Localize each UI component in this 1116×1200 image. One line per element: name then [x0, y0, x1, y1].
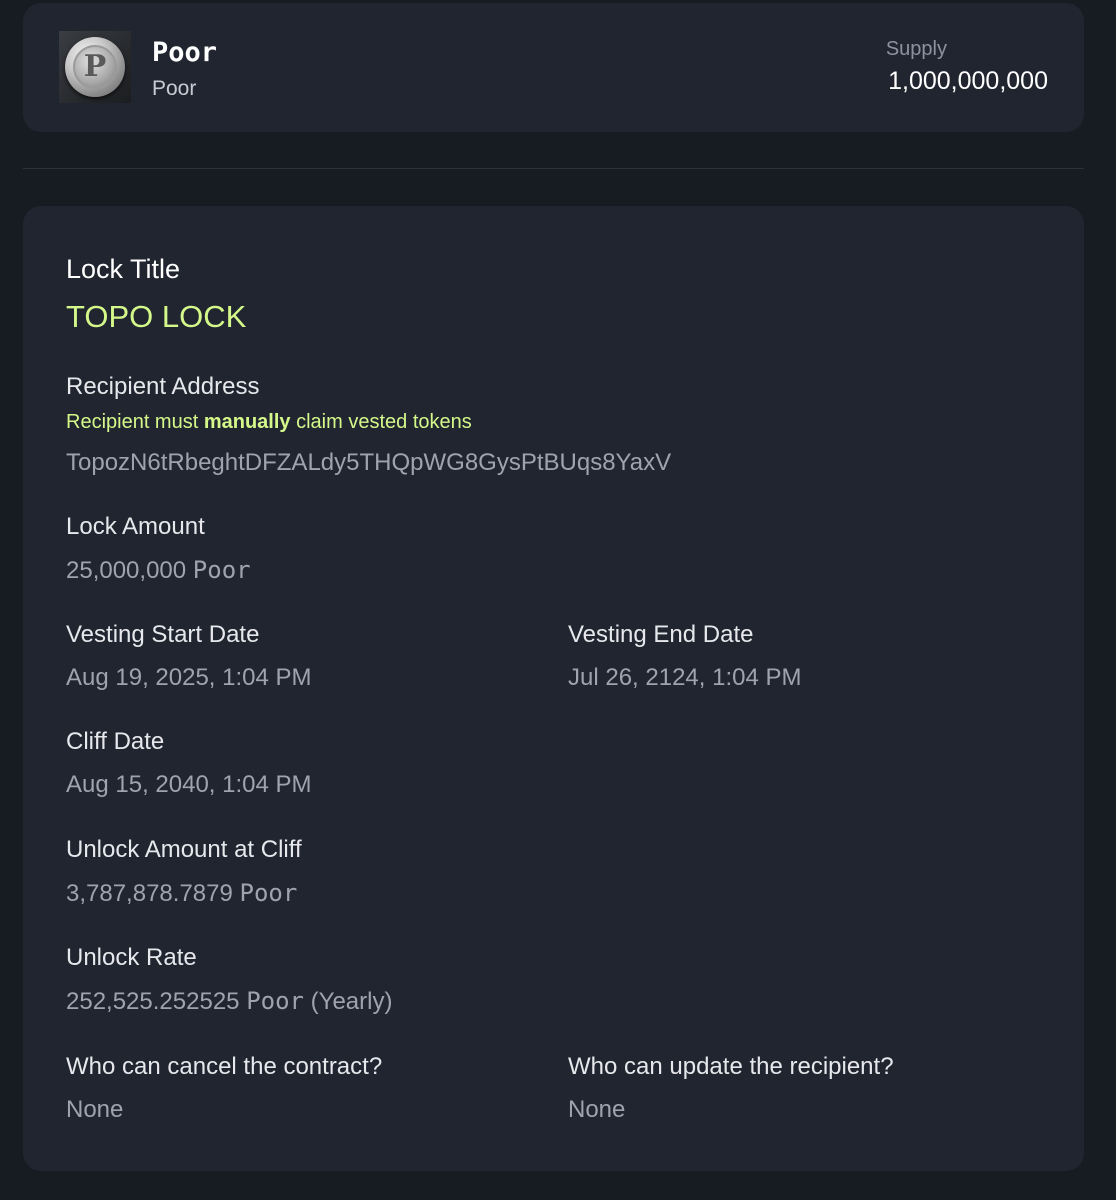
unlock-rate-value: 252,525.252525 Poor (Yearly) — [66, 987, 393, 1015]
token-logo: P — [59, 31, 131, 103]
vesting-start-label: Vesting Start Date — [66, 621, 260, 648]
cliff-amount-value: 3,787,878.7879 Poor — [66, 879, 298, 907]
coin-p-icon: P — [65, 37, 125, 97]
supply-value: 1,000,000,000 — [888, 67, 1048, 95]
recipient-claim-note: Recipient must manually claim vested tok… — [66, 411, 472, 433]
token-symbol: Poor — [152, 77, 197, 100]
recipient-address-label: Recipient Address — [66, 373, 260, 400]
divider — [23, 168, 1084, 169]
cliff-date-value: Aug 15, 2040, 1:04 PM — [66, 771, 312, 798]
update-recipient-value: None — [568, 1096, 626, 1123]
cliff-amount-label: Unlock Amount at Cliff — [66, 836, 302, 863]
update-recipient-label: Who can update the recipient? — [568, 1053, 894, 1080]
vesting-start-value: Aug 19, 2025, 1:04 PM — [66, 664, 312, 691]
cancel-permission-label: Who can cancel the contract? — [66, 1053, 383, 1080]
token-name: Poor — [152, 37, 218, 68]
supply-label: Supply — [885, 38, 947, 60]
lock-title-label: Lock Title — [66, 254, 181, 284]
lock-amount-label: Lock Amount — [66, 513, 205, 540]
token-header-card: P Poor Poor Supply 1,000,000,000 — [23, 3, 1084, 132]
lock-amount-value: 25,000,000 Poor — [66, 556, 251, 584]
recipient-address-value: TopozN6tRbeghtDFZALdy5THQpWG8GysPtBUqs8Y… — [66, 449, 672, 476]
vesting-end-value: Jul 26, 2124, 1:04 PM — [568, 664, 802, 691]
vesting-end-label: Vesting End Date — [568, 621, 754, 648]
lock-details-card: Lock Title TOPO LOCK Recipient Address R… — [23, 206, 1084, 1171]
cancel-permission-value: None — [66, 1096, 124, 1123]
unlock-rate-label: Unlock Rate — [66, 944, 197, 971]
cliff-date-label: Cliff Date — [66, 728, 165, 755]
lock-title-value: TOPO LOCK — [66, 299, 247, 334]
